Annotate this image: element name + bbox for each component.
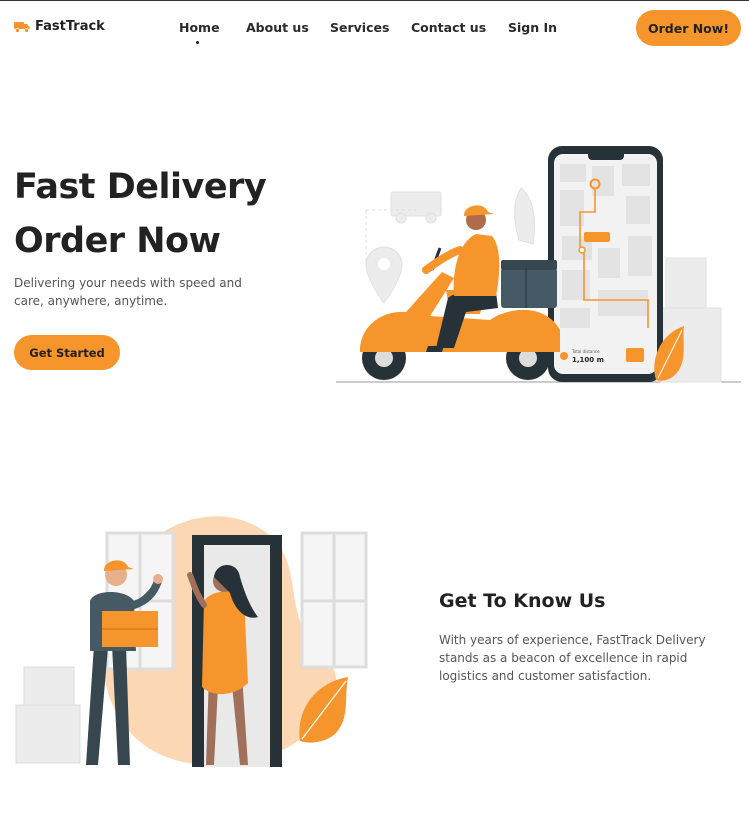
active-indicator [196, 41, 199, 44]
hero-title-line-1: Fast Delivery [14, 167, 267, 207]
hero-subtitle: Delivering your needs with speed and car… [14, 276, 242, 308]
order-now-button[interactable]: Order Now! [636, 10, 741, 46]
get-started-button[interactable]: Get Started [14, 335, 120, 370]
nav-about-us[interactable]: About us [246, 20, 309, 35]
phone-map: Total distance 1,100 m [548, 146, 663, 382]
about-text: With years of experience, FastTrack Deli… [439, 633, 706, 683]
hero-title: Fast Delivery Order Now [14, 160, 314, 268]
hero-title-line-2: Order Now [14, 221, 221, 261]
top-border [0, 0, 749, 1]
nav-services[interactable]: Services [330, 20, 389, 35]
about-title: Get To Know Us [439, 590, 606, 612]
nav-sign-in[interactable]: Sign In [508, 20, 557, 35]
phone-distance-value: 1,100 m [572, 356, 604, 364]
doorstep-delivery-illustration [15, 516, 368, 767]
nav-contact-us[interactable]: Contact us [411, 20, 486, 35]
delivery-scooter-illustration: Total distance 1,100 m [336, 146, 741, 383]
phone-distance-label: Total distance [571, 349, 600, 354]
nav-home[interactable]: Home [179, 20, 220, 35]
window-right [300, 531, 368, 669]
